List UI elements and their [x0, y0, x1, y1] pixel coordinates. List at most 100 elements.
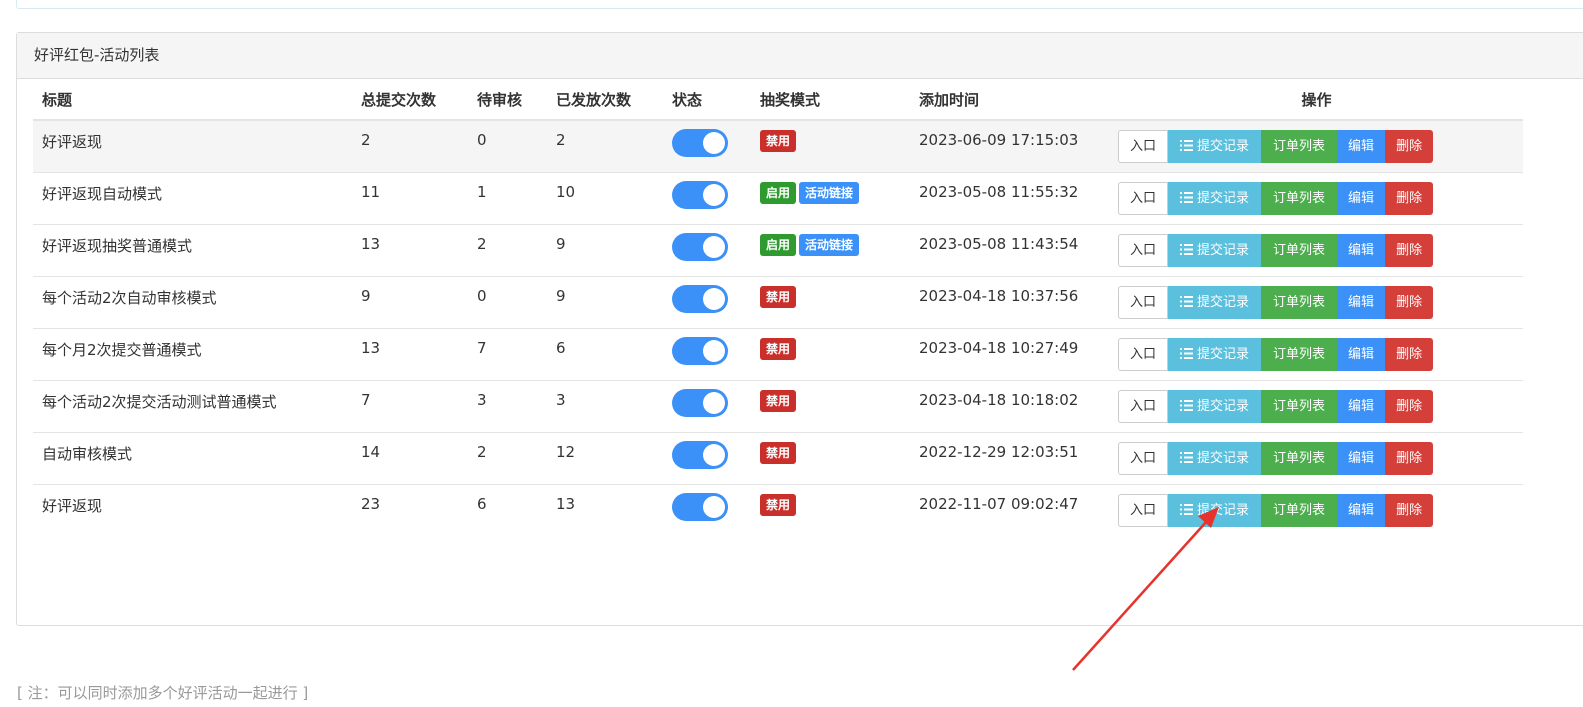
entry-button[interactable]: 入口	[1118, 181, 1169, 215]
edit-button[interactable]: 编辑	[1337, 129, 1386, 163]
edit-button[interactable]: 编辑	[1337, 285, 1386, 319]
cell-ops: 入口 提交记录 订单列表 编辑 删除	[1110, 327, 1523, 380]
cell-issued: 3	[547, 379, 663, 432]
status-toggle[interactable]	[672, 180, 728, 209]
list-icon	[1180, 503, 1194, 515]
cell-pending: 0	[468, 275, 547, 328]
status-toggle[interactable]	[672, 492, 728, 521]
entry-button[interactable]: 入口	[1118, 389, 1169, 423]
cell-pending: 0	[468, 119, 547, 172]
order-list-button[interactable]: 订单列表	[1261, 233, 1338, 267]
entry-button[interactable]: 入口	[1118, 233, 1169, 267]
submit-records-button[interactable]: 提交记录	[1168, 181, 1262, 215]
list-icon	[1180, 347, 1194, 359]
mode-badge: 禁用	[760, 130, 797, 152]
list-icon	[1180, 399, 1194, 411]
table-row: 好评返现抽奖普通模式 13 2 9 启用 活动链接 2023-05-08 11:43:54 入…	[33, 223, 1523, 276]
submit-records-button[interactable]: 提交记录	[1168, 337, 1262, 371]
submit-records-label: 提交记录	[1197, 242, 1250, 258]
cell-issued: 13	[547, 483, 663, 536]
edit-button[interactable]: 编辑	[1337, 181, 1386, 215]
cell-total: 2	[352, 119, 468, 172]
cell-title: 好评返现自动模式	[33, 171, 352, 224]
header-ops: 操作	[1110, 80, 1523, 121]
cell-mode: 禁用	[751, 379, 910, 432]
toggle-knob	[703, 495, 725, 518]
order-list-button[interactable]: 订单列表	[1261, 493, 1338, 527]
order-list-button[interactable]: 订单列表	[1261, 441, 1338, 475]
cell-issued: 9	[547, 223, 663, 276]
status-toggle[interactable]	[672, 232, 728, 261]
order-list-button[interactable]: 订单列表	[1261, 129, 1338, 163]
submit-records-button[interactable]: 提交记录	[1168, 129, 1262, 163]
order-list-button[interactable]: 订单列表	[1261, 337, 1338, 371]
delete-button[interactable]: 删除	[1385, 129, 1434, 163]
status-toggle[interactable]	[672, 440, 728, 469]
list-icon	[1180, 191, 1194, 203]
edit-button[interactable]: 编辑	[1337, 233, 1386, 267]
mode-badge: 启用	[760, 233, 797, 256]
delete-button[interactable]: 删除	[1385, 389, 1434, 423]
submit-records-button[interactable]: 提交记录	[1168, 389, 1262, 423]
header-added: 添加时间	[910, 80, 1110, 121]
submit-records-button[interactable]: 提交记录	[1168, 493, 1262, 527]
order-list-button[interactable]: 订单列表	[1261, 389, 1338, 423]
cell-status	[663, 483, 751, 536]
delete-button[interactable]: 删除	[1385, 285, 1434, 319]
cell-pending: 3	[468, 379, 547, 432]
cell-pending: 7	[468, 327, 547, 380]
cell-title: 好评返现	[33, 483, 352, 536]
order-list-button[interactable]: 订单列表	[1261, 285, 1338, 319]
cell-title: 每个活动2次自动审核模式	[33, 275, 352, 328]
footer-note: [ 注：可以同时添加多个好评活动一起进行 ]	[17, 684, 309, 702]
cell-total: 9	[352, 275, 468, 328]
mode-badge: 禁用	[760, 389, 797, 412]
cell-ops: 入口 提交记录 订单列表 编辑 删除	[1110, 275, 1523, 328]
list-icon	[1180, 295, 1194, 307]
action-group: 入口 提交记录 订单列表 编辑 删除	[1118, 181, 1523, 215]
cell-added: 2023-04-18 10:27:49	[910, 327, 1110, 380]
status-toggle[interactable]	[672, 336, 728, 365]
table-row: 每个活动2次提交活动测试普通模式 7 3 3 禁用 2023-04-18 10:18:02…	[33, 379, 1523, 432]
entry-button[interactable]: 入口	[1118, 441, 1169, 475]
cell-status	[663, 171, 751, 224]
status-toggle[interactable]	[672, 388, 728, 417]
cell-ops: 入口 提交记录 订单列表 编辑 删除	[1110, 379, 1523, 432]
cell-pending: 1	[468, 171, 547, 224]
delete-button[interactable]: 删除	[1385, 337, 1434, 371]
entry-button[interactable]: 入口	[1118, 285, 1169, 319]
entry-button[interactable]: 入口	[1118, 129, 1169, 163]
delete-button[interactable]: 删除	[1385, 181, 1434, 215]
toggle-knob	[703, 183, 725, 206]
cell-issued: 12	[547, 431, 663, 484]
delete-button[interactable]: 删除	[1385, 233, 1434, 267]
cell-status	[663, 275, 751, 328]
submit-records-button[interactable]: 提交记录	[1168, 441, 1262, 475]
submit-records-label: 提交记录	[1197, 138, 1250, 154]
entry-button[interactable]: 入口	[1118, 493, 1169, 527]
edit-button[interactable]: 编辑	[1337, 493, 1386, 527]
delete-button[interactable]: 删除	[1385, 441, 1434, 475]
submit-records-button[interactable]: 提交记录	[1168, 285, 1262, 319]
edit-button[interactable]: 编辑	[1337, 389, 1386, 423]
toggle-knob	[703, 391, 725, 414]
order-list-button[interactable]: 订单列表	[1261, 181, 1338, 215]
header-mode: 抽奖模式	[751, 80, 910, 121]
edit-button[interactable]: 编辑	[1337, 337, 1386, 371]
cell-issued: 2	[547, 119, 663, 172]
delete-button[interactable]: 删除	[1385, 493, 1434, 527]
toggle-knob	[703, 235, 725, 258]
action-group: 入口 提交记录 订单列表 编辑 删除	[1118, 129, 1523, 163]
status-toggle[interactable]	[672, 129, 728, 157]
submit-records-button[interactable]: 提交记录	[1168, 233, 1262, 267]
activity-link-badge[interactable]: 活动链接	[799, 233, 860, 256]
entry-button[interactable]: 入口	[1118, 337, 1169, 371]
edit-button[interactable]: 编辑	[1337, 441, 1386, 475]
cell-pending: 2	[468, 431, 547, 484]
list-icon	[1180, 139, 1194, 151]
status-toggle[interactable]	[672, 284, 728, 313]
cell-title: 自动审核模式	[33, 431, 352, 484]
cell-mode: 禁用	[751, 431, 910, 484]
activity-link-badge[interactable]: 活动链接	[799, 181, 860, 204]
action-group: 入口 提交记录 订单列表 编辑 删除	[1118, 441, 1523, 475]
